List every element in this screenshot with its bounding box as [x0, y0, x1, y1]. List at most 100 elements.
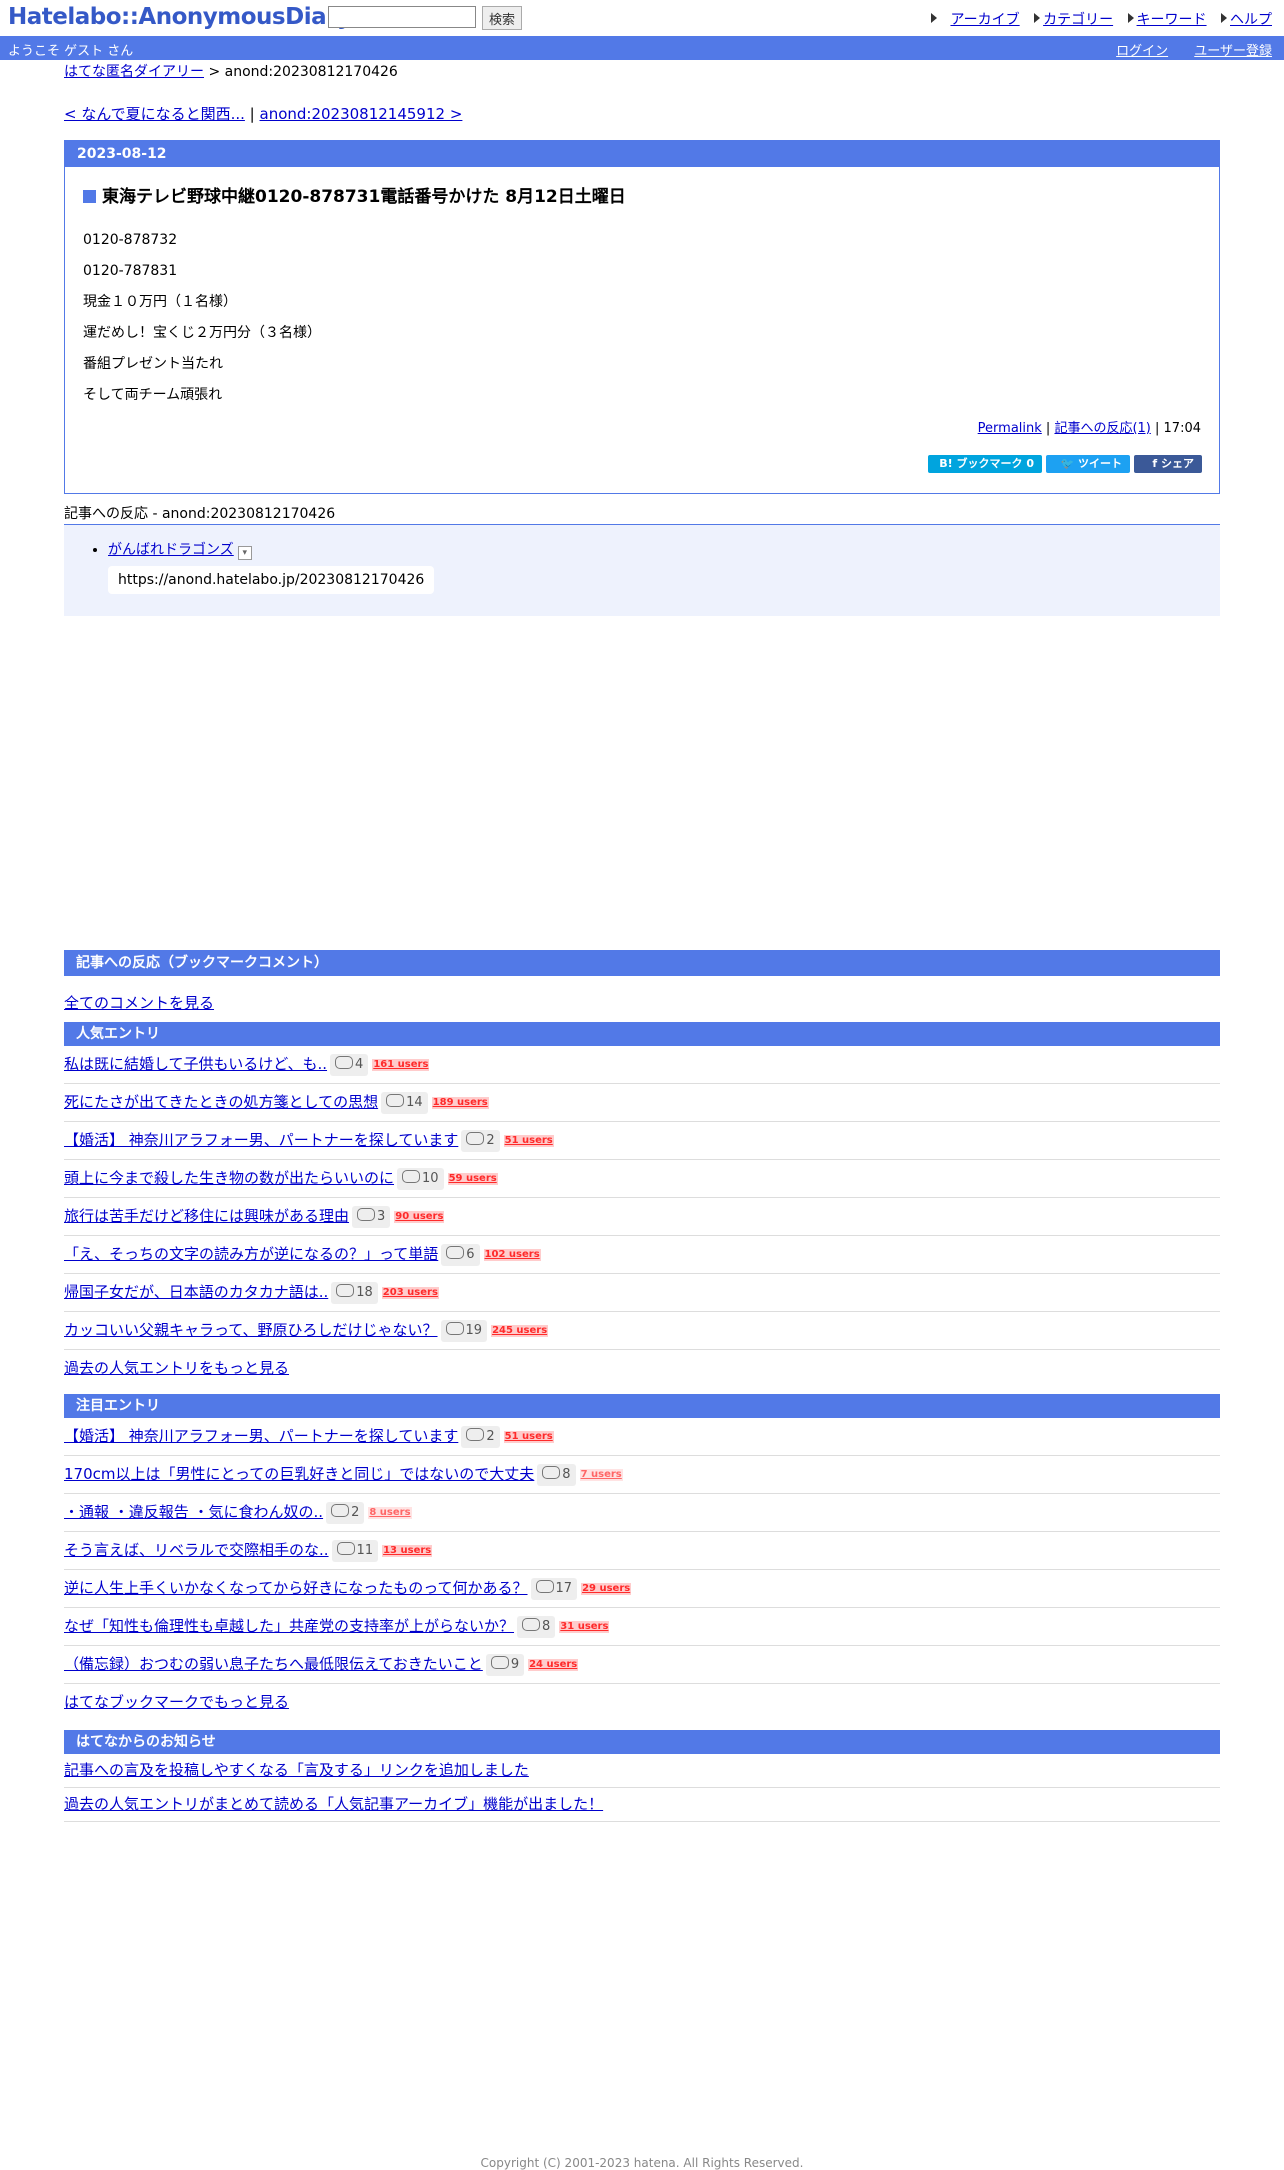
entry-title-link[interactable]: （備忘録）おつむの弱い息子たちへ最低限伝えておきたいこと — [64, 1655, 483, 1673]
reactions-list: がんばれドラゴンズ▾ https://anond.hatelabo.jp/202… — [64, 525, 1220, 616]
breadcrumb-home[interactable]: はてな匿名ダイアリー — [64, 64, 204, 80]
entry-title-link[interactable]: 逆に人生上手くいかなくなってから好きになったものって何かある？ — [64, 1579, 528, 1597]
comment-count[interactable]: 9 — [485, 1653, 525, 1676]
entry-row: 頭上に今まで殺した生き物の数が出たらいいのに 10 59 users — [64, 1160, 1220, 1198]
article-line: そして両チーム頑張れ — [83, 387, 223, 403]
comment-count[interactable]: 2 — [461, 1425, 500, 1448]
entry-title-link[interactable]: 【婚活】 神奈川アラフォー男、パートナーを探しています — [64, 1427, 458, 1445]
entry-row: （備忘録）おつむの弱い息子たちへ最低限伝えておきたいこと 9 24 users — [64, 1646, 1220, 1684]
all-comments-link[interactable]: 全てのコメントを見る — [64, 992, 214, 1013]
comment-bubble-icon — [535, 1579, 554, 1593]
comment-count-value: 3 — [377, 1208, 386, 1224]
comment-count-value: 8 — [542, 1618, 551, 1634]
facebook-share-button[interactable]: f シェア — [1134, 455, 1202, 473]
entry-title-link[interactable]: 死にたさが出てきたときの処方箋としての思想 — [64, 1093, 378, 1111]
entry-title-link[interactable]: 頭上に今まで殺した生き物の数が出たらいいのに — [64, 1169, 394, 1187]
entry-title-link[interactable]: 帰国子女だが、日本語のカタカナ語は.. — [64, 1283, 328, 1301]
entry-title-link[interactable]: そう言えば、リベラルで交際相手のな.. — [64, 1541, 329, 1559]
comment-bubble-icon — [336, 1283, 355, 1297]
next-entry-link[interactable]: anond:20230812145912 > — [260, 105, 463, 123]
article-line: 0120-787831 — [83, 263, 178, 279]
register-link[interactable]: ユーザー登録 — [1194, 44, 1272, 59]
users-badge[interactable]: 13 users — [382, 1544, 433, 1557]
comment-count[interactable]: 8 — [537, 1463, 576, 1486]
entry-title-link[interactable]: 私は既に結婚して子供もいるけど、も.. — [64, 1055, 327, 1073]
comment-count[interactable]: 10 — [397, 1167, 444, 1190]
comment-count-value: 2 — [351, 1504, 360, 1520]
news-link[interactable]: 記事への言及を投稿しやすくなる「言及する」リンクを追加しました — [64, 1761, 529, 1779]
search-input[interactable] — [328, 6, 476, 28]
square-icon — [83, 190, 96, 203]
entry-row: 逆に人生上手くいかなくなってから好きになったものって何かある？ 17 29 user… — [64, 1570, 1220, 1608]
search-button[interactable]: 検索 — [482, 6, 522, 30]
twitter-icon: 🐦 — [1060, 457, 1078, 470]
facebook-icon: f — [1152, 457, 1161, 470]
reaction-title-link[interactable]: がんばれドラゴンズ — [108, 542, 234, 558]
article-time: 17:04 — [1163, 421, 1201, 436]
prev-entry-link[interactable]: < なんで夏になると関西... — [64, 105, 245, 123]
comment-count[interactable]: 2 — [461, 1129, 500, 1152]
bookmark-comments-heading: 記事への反応（ブックマークコメント） — [64, 950, 1220, 976]
comment-count[interactable]: 14 — [381, 1091, 428, 1114]
entry-title-link[interactable]: なぜ「知性も倫理性も卓越した」共産党の支持率が上がらないか？ — [64, 1617, 514, 1635]
users-badge[interactable]: 31 users — [559, 1620, 610, 1633]
popular-more-link[interactable]: 過去の人気エントリをもっと見る — [64, 1359, 289, 1377]
entry-title-link[interactable]: 170cm以上は「男性にとっての巨乳好きと同じ」ではないので大丈夫 — [64, 1465, 534, 1483]
reactions-link[interactable]: 記事への反応(1) — [1054, 421, 1150, 436]
entry-row: 死にたさが出てきたときの処方箋としての思想 14 189 users — [64, 1084, 1220, 1122]
chevron-down-icon[interactable]: ▾ — [237, 546, 252, 560]
entry-row: 170cm以上は「男性にとっての巨乳好きと同じ」ではないので大丈夫 8 7 user… — [64, 1456, 1220, 1494]
users-badge[interactable]: 203 users — [381, 1286, 439, 1299]
comment-count-value: 18 — [356, 1284, 373, 1300]
users-badge[interactable]: 51 users — [503, 1134, 554, 1147]
login-link[interactable]: ログイン — [1116, 44, 1168, 59]
news-link[interactable]: 過去の人気エントリがまとめて読める「人気記事アーカイブ」機能が出ました！ — [64, 1795, 603, 1813]
comment-bubble-icon — [335, 1055, 354, 1069]
reaction-item: がんばれドラゴンズ▾ https://anond.hatelabo.jp/202… — [108, 539, 1220, 594]
comment-count[interactable]: 19 — [440, 1319, 488, 1342]
reaction-quote: https://anond.hatelabo.jp/20230812170426 — [108, 566, 435, 594]
comment-count[interactable]: 2 — [326, 1501, 365, 1524]
noticed-more-link[interactable]: はてなブックマークでもっと見る — [64, 1693, 289, 1711]
users-badge[interactable]: 8 users — [368, 1506, 412, 1519]
comment-count[interactable]: 8 — [517, 1615, 556, 1638]
comment-count[interactable]: 4 — [330, 1053, 369, 1076]
prev-next-nav: < なんで夏になると関西... | anond:20230812145912 > — [64, 102, 1220, 126]
nav-keyword[interactable]: キーワード — [1137, 12, 1207, 28]
entry-title-link[interactable]: ・通報 ・違反報告 ・気に食わん奴の.. — [64, 1503, 323, 1521]
users-badge[interactable]: 90 users — [394, 1210, 445, 1223]
permalink[interactable]: Permalink — [978, 421, 1042, 436]
comment-count[interactable]: 11 — [331, 1539, 379, 1562]
news-heading: はてなからのお知らせ — [64, 1730, 1220, 1754]
entry-row: 【婚活】 神奈川アラフォー男、パートナーを探しています 2 51 users — [64, 1418, 1220, 1456]
users-badge[interactable]: 245 users — [491, 1324, 549, 1337]
users-badge[interactable]: 102 users — [483, 1248, 541, 1261]
users-badge[interactable]: 189 users — [431, 1096, 489, 1109]
users-badge[interactable]: 29 users — [581, 1582, 632, 1595]
article-line: 現金１０万円（１名様） — [83, 294, 237, 310]
site-logo[interactable]: Hatelabo::AnonymousDiary — [8, 4, 352, 30]
prevnext-sep: | — [244, 105, 260, 123]
users-badge[interactable]: 59 users — [447, 1172, 498, 1185]
nav-archive[interactable]: アーカイブ — [950, 12, 1019, 28]
comment-bubble-icon — [542, 1465, 561, 1479]
entry-row: なぜ「知性も倫理性も卓越した」共産党の支持率が上がらないか？ 8 31 users — [64, 1608, 1220, 1646]
nav-category[interactable]: カテゴリー — [1043, 12, 1113, 28]
entry-title-link[interactable]: 「え、そっちの文字の読み方が逆になるの？」って単語 — [64, 1245, 438, 1263]
users-badge[interactable]: 7 users — [579, 1468, 623, 1481]
tweet-button[interactable]: 🐦 ツイート — [1046, 455, 1130, 473]
comment-count[interactable]: 3 — [352, 1205, 391, 1228]
nav-help[interactable]: ヘルプ — [1230, 12, 1272, 28]
entry-title-link[interactable]: 【婚活】 神奈川アラフォー男、パートナーを探しています — [64, 1131, 458, 1149]
hatena-bookmark-button[interactable]: B! ブックマーク 0 — [928, 455, 1042, 473]
comment-count[interactable]: 17 — [530, 1577, 578, 1600]
users-badge[interactable]: 24 users — [528, 1658, 579, 1671]
users-badge[interactable]: 161 users — [372, 1058, 430, 1071]
comment-count[interactable]: 6 — [441, 1243, 480, 1266]
entry-row: カッコいい父親キャラって、野原ひろしだけじゃない？ 19 245 users — [64, 1312, 1220, 1350]
comment-count[interactable]: 18 — [331, 1281, 378, 1304]
entry-title-link[interactable]: カッコいい父親キャラって、野原ひろしだけじゃない？ — [64, 1321, 438, 1339]
users-badge[interactable]: 51 users — [503, 1430, 554, 1443]
entry-title-link[interactable]: 旅行は苦手だけど移住には興味がある理由 — [64, 1207, 349, 1225]
comment-bubble-icon — [490, 1655, 509, 1669]
